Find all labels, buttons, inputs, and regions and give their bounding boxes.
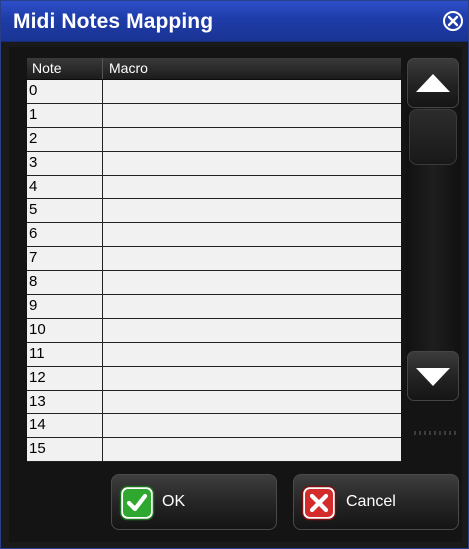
table-row[interactable]: 9 [27, 295, 401, 319]
table-row[interactable]: 2 [27, 127, 401, 152]
resize-grip [414, 431, 456, 435]
x-icon [301, 485, 337, 521]
macro-cell[interactable] [104, 247, 401, 270]
table-row[interactable]: 3 [27, 151, 401, 176]
mapping-table: Note Macro 0 1 2 3 4 5 6 7 8 9 10 11 12 13 14 15 [27, 58, 401, 462]
macro-cell[interactable] [104, 199, 401, 222]
table-row[interactable]: 6 [27, 223, 401, 248]
macro-cell[interactable] [104, 367, 401, 390]
note-cell: 10 [27, 318, 103, 342]
checkmark-icon [119, 485, 155, 521]
table-row[interactable]: 10 [27, 318, 401, 343]
macro-cell[interactable] [104, 438, 401, 461]
table-row[interactable]: 0 [27, 80, 401, 104]
column-header-note[interactable]: Note [27, 58, 103, 79]
note-cell: 2 [27, 127, 103, 151]
column-header-macro[interactable]: Macro [104, 58, 401, 79]
table-row[interactable]: 8 [27, 271, 401, 296]
triangle-down-icon [416, 368, 450, 386]
note-cell: 6 [27, 223, 103, 247]
note-cell: 7 [27, 247, 103, 271]
table-row[interactable]: 12 [27, 366, 401, 391]
note-cell: 3 [27, 151, 103, 175]
macro-cell[interactable] [104, 295, 401, 318]
note-cell: 1 [27, 103, 103, 127]
macro-cell[interactable] [104, 414, 401, 437]
table-row[interactable]: 5 [27, 199, 401, 224]
table-body: 0 1 2 3 4 5 6 7 8 9 10 11 12 13 14 15 [27, 80, 401, 462]
title-bar[interactable]: Midi Notes Mapping [1, 1, 468, 42]
note-cell: 12 [27, 366, 103, 390]
note-cell: 13 [27, 390, 103, 414]
note-cell: 0 [27, 80, 103, 103]
macro-cell[interactable] [104, 271, 401, 294]
cancel-button[interactable]: Cancel [293, 474, 459, 530]
macro-cell[interactable] [104, 343, 401, 366]
note-cell: 15 [27, 438, 103, 462]
macro-cell[interactable] [104, 391, 401, 414]
note-cell: 14 [27, 414, 103, 438]
macro-cell[interactable] [104, 223, 401, 246]
close-icon [443, 11, 463, 31]
cancel-label: Cancel [346, 493, 396, 510]
scroll-up-button[interactable] [407, 58, 459, 108]
scrollbar-thumb[interactable] [409, 109, 457, 165]
ok-button[interactable]: OK [111, 474, 277, 530]
macro-cell[interactable] [104, 80, 401, 103]
ok-label: OK [162, 493, 186, 510]
table-row[interactable]: 11 [27, 342, 401, 367]
table-row[interactable]: 13 [27, 390, 401, 415]
table-row[interactable]: 1 [27, 103, 401, 128]
macro-cell[interactable] [104, 128, 401, 151]
table-row[interactable]: 4 [27, 175, 401, 200]
table-header: Note Macro [27, 58, 401, 80]
note-cell: 8 [27, 271, 103, 295]
midi-notes-mapping-dialog: Midi Notes Mapping Note Macro 0123456789… [0, 0, 469, 549]
note-cell: 4 [27, 175, 103, 199]
macro-cell[interactable] [104, 176, 401, 199]
table-row[interactable]: 7 [27, 247, 401, 272]
macro-cell[interactable] [104, 152, 401, 175]
scroll-down-button[interactable] [407, 351, 459, 401]
close-button[interactable] [442, 10, 464, 32]
table-row[interactable]: 14 [27, 414, 401, 439]
table-row[interactable]: 15 [27, 438, 401, 462]
note-cell: 11 [27, 342, 103, 366]
macro-cell[interactable] [104, 319, 401, 342]
macro-cell[interactable] [104, 104, 401, 127]
dialog-title: Midi Notes Mapping [13, 10, 214, 33]
note-cell: 9 [27, 295, 103, 318]
triangle-up-icon [416, 74, 450, 92]
note-cell: 5 [27, 199, 103, 223]
